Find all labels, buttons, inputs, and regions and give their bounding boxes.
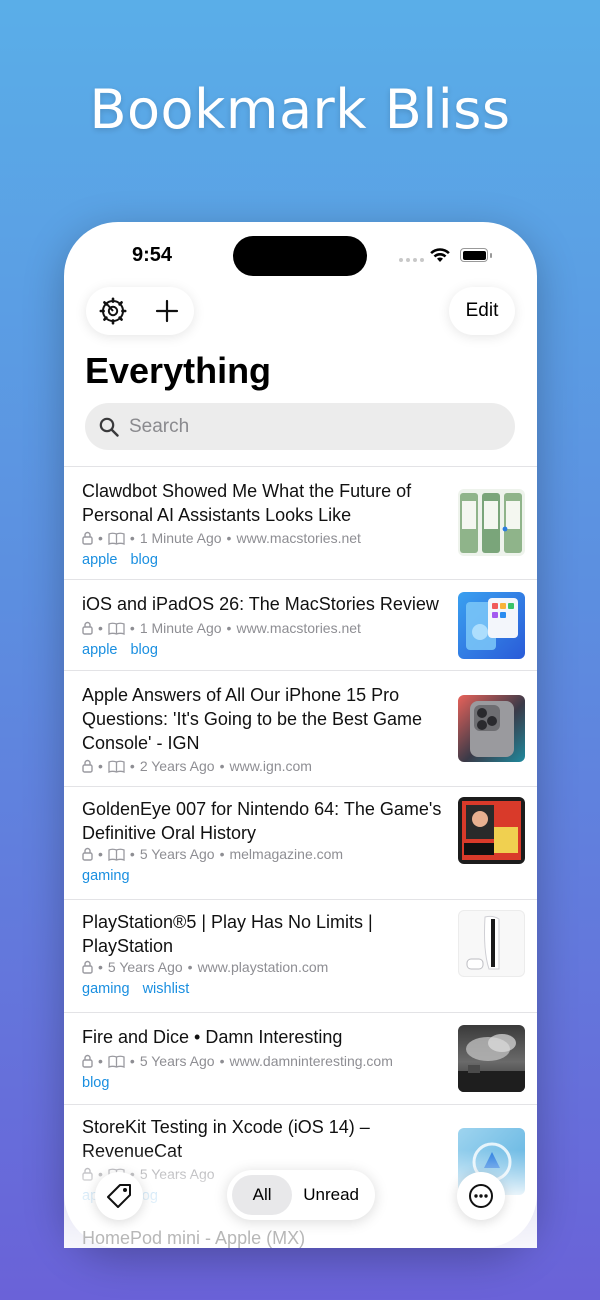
bookmark-meta: • • 1 Minute Ago • www.macstories.net — [82, 530, 361, 546]
bookmark-title: StoreKit Testing in Xcode (iOS 14) – Rev… — [82, 1117, 370, 1161]
book-icon — [108, 848, 125, 861]
bookmark-age: 1 Minute Ago — [139, 620, 222, 636]
bookmark-title: PlayStation®5 | Play Has No Limits | Pla… — [82, 912, 373, 956]
bookmark-age: 5 Years Ago — [139, 1166, 215, 1182]
dynamic-island — [233, 236, 367, 276]
more-options-button[interactable] — [457, 1172, 505, 1220]
bookmark-thumbnail — [458, 592, 525, 659]
bookmark-meta: • • 2 Years Ago • www.ign.com — [82, 758, 312, 774]
lock-icon — [82, 847, 93, 861]
bookmark-domain: www.ign.com — [229, 758, 312, 774]
tag-link[interactable]: gaming — [82, 981, 130, 997]
bookmark-tags: blog — [82, 1075, 109, 1091]
settings-button[interactable] — [93, 291, 133, 331]
bookmark-age: 5 Years Ago — [139, 1053, 215, 1069]
bookmark-tags: gaming wishlist — [82, 981, 189, 997]
bookmark-row[interactable]: GoldenEye 007 for Nintendo 64: The Game'… — [64, 786, 537, 899]
bookmark-meta: • • 5 Years Ago • melmagazine.com — [82, 846, 343, 862]
bookmark-title: Clawdbot Showed Me What the Future of Pe… — [82, 481, 412, 525]
bookmark-tags: apple blog — [82, 552, 158, 568]
book-icon — [108, 622, 125, 635]
toolbar-left-group — [86, 287, 194, 335]
tag-link[interactable]: blog — [130, 552, 157, 568]
bookmark-age: 5 Years Ago — [139, 846, 215, 862]
lock-icon — [82, 960, 93, 974]
tag-link[interactable]: wishlist — [143, 981, 190, 997]
bookmark-thumbnail — [458, 695, 525, 762]
lock-icon — [82, 621, 93, 635]
filter-segmented-control: All Unread — [227, 1170, 375, 1220]
tag-icon — [107, 1184, 131, 1208]
partial-bookmark-title[interactable]: HomePod mini - Apple (MX) — [82, 1228, 305, 1249]
gear-icon — [99, 297, 127, 325]
bookmark-age: 2 Years Ago — [139, 758, 215, 774]
tag-link[interactable]: blog — [130, 642, 157, 658]
lock-icon — [82, 531, 93, 545]
cellular-signal-icon — [399, 258, 424, 262]
battery-icon — [460, 248, 492, 262]
bookmark-domain: www.macstories.net — [236, 530, 361, 546]
tag-link[interactable]: apple — [82, 642, 117, 658]
bookmark-title: GoldenEye 007 for Nintendo 64: The Game'… — [82, 799, 442, 843]
filter-unread-button[interactable]: Unread — [292, 1175, 370, 1215]
bookmark-row[interactable]: Clawdbot Showed Me What the Future of Pe… — [64, 466, 537, 579]
marketing-headline: Bookmark Bliss — [89, 78, 511, 141]
bookmark-domain: melmagazine.com — [229, 846, 344, 862]
bookmark-list: Clawdbot Showed Me What the Future of Pe… — [64, 466, 537, 1244]
bookmark-tags: gaming — [82, 868, 130, 884]
bookmark-row[interactable]: Apple Answers of All Our iPhone 15 Pro Q… — [64, 670, 537, 786]
tag-link[interactable]: gaming — [82, 868, 130, 884]
lock-icon — [82, 1167, 93, 1181]
bookmark-age: 1 Minute Ago — [139, 530, 222, 546]
lock-icon — [82, 759, 93, 773]
bookmark-title: Fire and Dice • Damn Interesting — [82, 1027, 343, 1047]
book-icon — [108, 1055, 125, 1068]
tag-link[interactable]: blog — [82, 1075, 109, 1091]
bookmark-row[interactable]: iOS and iPadOS 26: The MacStories Review… — [64, 579, 537, 670]
bookmark-meta: • 5 Years Ago • www.playstation.com — [82, 959, 328, 975]
book-icon — [108, 760, 125, 773]
tag-link[interactable]: apple — [82, 552, 117, 568]
bookmark-domain: www.damninteresting.com — [229, 1053, 393, 1069]
bookmark-thumbnail — [458, 910, 525, 977]
bookmark-row[interactable]: PlayStation®5 | Play Has No Limits | Pla… — [64, 899, 537, 1012]
search-input[interactable] — [127, 414, 491, 439]
bookmark-domain: www.macstories.net — [236, 620, 361, 636]
bookmark-title: Apple Answers of All Our iPhone 15 Pro Q… — [82, 685, 423, 753]
bookmark-domain: www.playstation.com — [197, 959, 329, 975]
bookmark-thumbnail — [458, 1025, 525, 1092]
bookmark-row[interactable]: Fire and Dice • Damn Interesting • • 5 Y… — [64, 1012, 537, 1104]
book-icon — [108, 532, 125, 545]
page-title: Everything — [85, 350, 272, 391]
bookmark-age: 5 Years Ago — [107, 959, 183, 975]
ellipsis-circle-icon — [469, 1184, 493, 1208]
edit-button[interactable]: Edit — [449, 287, 515, 335]
bookmark-thumbnail — [458, 797, 525, 864]
search-bar[interactable] — [85, 403, 515, 450]
bookmark-meta: • • 5 Years Ago • www.damninteresting.co… — [82, 1053, 393, 1069]
bookmark-thumbnail — [458, 489, 525, 556]
plus-icon — [155, 299, 179, 323]
filter-all-button[interactable]: All — [232, 1175, 293, 1215]
search-icon — [99, 417, 119, 437]
add-bookmark-button[interactable] — [147, 291, 187, 331]
wifi-icon — [429, 246, 451, 268]
lock-icon — [82, 1054, 93, 1068]
bookmark-tags: apple blog — [82, 642, 158, 658]
status-time: 9:54 — [132, 244, 173, 266]
bookmark-title: iOS and iPadOS 26: The MacStories Review — [82, 594, 439, 614]
bookmark-meta: • • 1 Minute Ago • www.macstories.net — [82, 620, 361, 636]
tags-button[interactable] — [95, 1172, 143, 1220]
